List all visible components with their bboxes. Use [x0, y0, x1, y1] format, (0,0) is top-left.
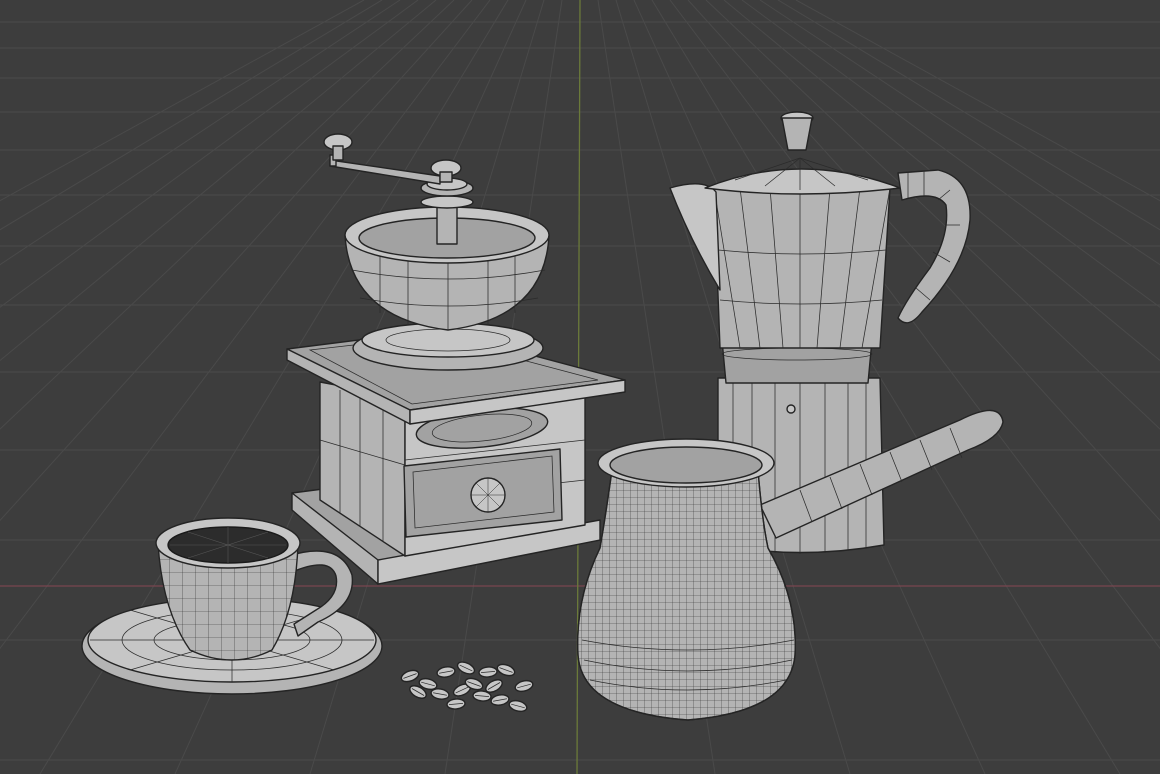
3d-viewport[interactable] [0, 0, 1160, 774]
coffee-beans [400, 661, 534, 713]
